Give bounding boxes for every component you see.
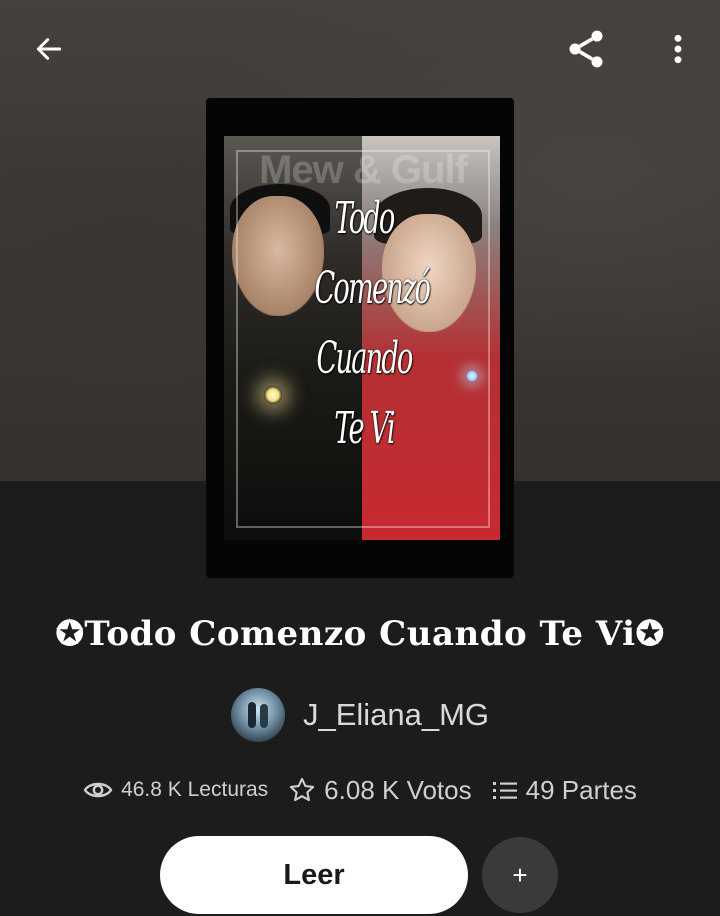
book-cover[interactable]: Mew & Gulf Todo Comenzó Cuando Te Vi [206, 98, 514, 578]
cover-title-line: Comenzó [314, 263, 431, 314]
more-options-button[interactable] [658, 24, 698, 74]
cover-light-right [466, 370, 478, 382]
top-bar [0, 0, 720, 100]
cover-title: Todo Comenzó Cuando Te Vi [314, 184, 431, 464]
parts-stat: 49 Partes [492, 775, 637, 806]
cover-title-line: Todo [334, 193, 396, 244]
cover-face-left [232, 196, 324, 316]
book-title: ✪Todo Comenzo Cuando Te Vi✪ [55, 614, 665, 654]
eye-icon [83, 782, 113, 798]
votes-stat: 6.08 K Votos [288, 774, 472, 806]
list-icon [492, 782, 517, 799]
arrow-left-icon [36, 38, 62, 60]
author-name[interactable]: J_Eliana_MG [303, 697, 489, 733]
share-button[interactable] [556, 20, 616, 78]
more-vertical-icon [674, 34, 682, 64]
cover-title-line: Cuando [316, 333, 413, 384]
cover-title-line: Te Vi [334, 403, 395, 454]
cover-image: Mew & Gulf Todo Comenzó Cuando Te Vi [224, 136, 500, 540]
read-button[interactable]: Leer [160, 836, 468, 914]
back-button[interactable] [22, 24, 76, 74]
votes-count: 6.08 K Votos [324, 774, 472, 805]
cover-light-left [264, 386, 282, 404]
author-row[interactable]: J_Eliana_MG [0, 688, 720, 742]
reads-count: 46.8 K Lecturas [121, 778, 269, 801]
parts-count: 49 Partes [525, 774, 637, 805]
star-icon [290, 777, 315, 802]
add-to-library-button[interactable]: + [482, 837, 558, 913]
reads-stat: 46.8 K Lecturas [83, 778, 268, 802]
avatar[interactable] [230, 688, 285, 742]
stats-row: 46.8 K Lecturas 6.08 K Votos 49 Partes [0, 770, 720, 810]
plus-icon: + [512, 859, 528, 890]
share-icon [569, 30, 603, 68]
